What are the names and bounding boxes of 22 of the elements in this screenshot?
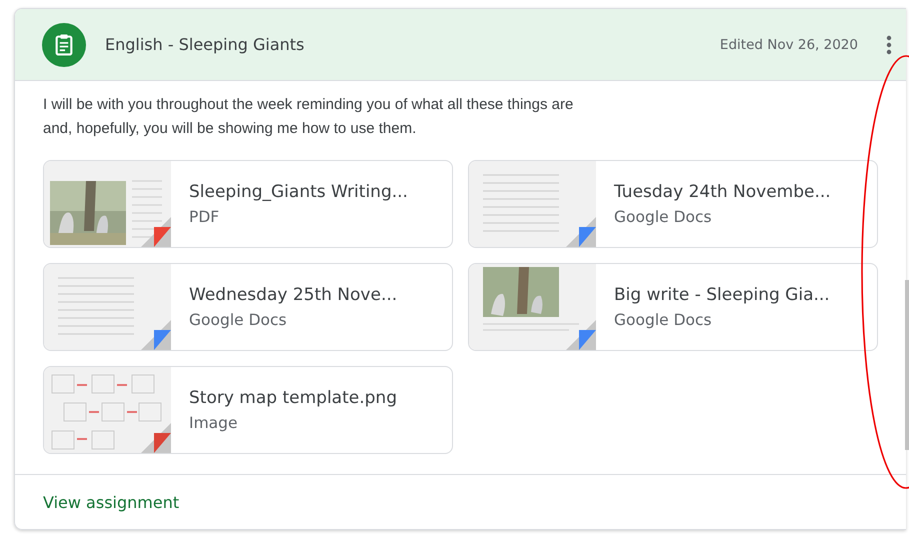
attachment-name: Big write - Sleeping Gia...	[614, 285, 830, 305]
assignment-description: I will be with you throughout the week reminding you of what all these things are and, hopefully, you will be showing me how to use them.	[43, 95, 574, 139]
attachment-card[interactable]: Sleeping_Giants Writing... PDF	[43, 160, 453, 248]
attachment-type: Google Docs	[614, 208, 713, 226]
attachment-card[interactable]: Tuesday 24th Novembe... Google Docs	[468, 160, 878, 248]
more-icon[interactable]	[886, 34, 892, 54]
attachment-name: Sleeping_Giants Writing...	[189, 182, 408, 202]
attachment-card[interactable]: Wednesday 25th Nove... Google Docs	[43, 263, 453, 351]
attachment-card[interactable]: Story map template.png Image	[43, 366, 453, 454]
attachment-type: PDF	[189, 208, 220, 226]
scrollbar[interactable]	[905, 280, 909, 450]
view-assignment-link[interactable]: View assignment	[43, 492, 180, 512]
attachment-name: Tuesday 24th Novembe...	[614, 182, 831, 202]
attachment-type: Image	[189, 414, 239, 432]
clipboard-icon	[42, 22, 86, 66]
attachment-name: Story map template.png	[189, 388, 397, 408]
edited-date: Edited Nov 26, 2020	[720, 36, 858, 52]
attachment-type: Google Docs	[189, 311, 288, 329]
assignment-title: English - Sleeping Giants	[105, 35, 306, 54]
attachment-type: Google Docs	[614, 311, 713, 329]
attachment-name: Wednesday 25th Nove...	[189, 285, 398, 305]
attachment-card[interactable]: Big write - Sleeping Gia... Google Docs	[468, 263, 878, 351]
